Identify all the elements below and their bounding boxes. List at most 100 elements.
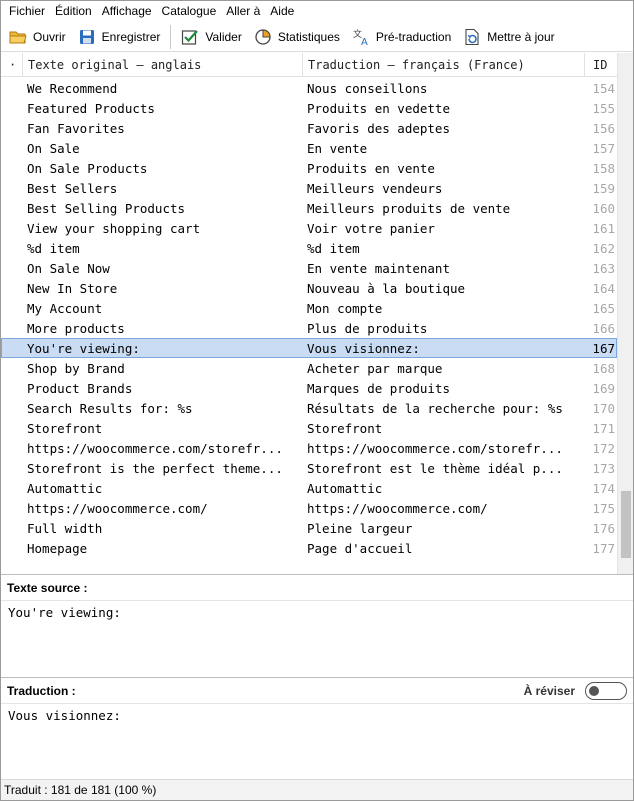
row-translation-text: Produits en vente: [307, 161, 435, 176]
table-row[interactable]: https://woocommerce.com/storefr... https:…: [1, 438, 617, 458]
column-header-translation[interactable]: Traduction — français (France): [303, 53, 585, 77]
row-id: 171: [592, 421, 615, 436]
row-source-text: You're viewing:: [27, 341, 140, 356]
row-source-text: On Sale Now: [27, 261, 110, 276]
column-header-source[interactable]: Texte original — anglais: [23, 53, 303, 77]
table-row[interactable]: Storefront Storefront 171: [1, 418, 617, 438]
row-source-text: Fan Favorites: [27, 121, 125, 136]
table-row[interactable]: More products Plus de produits 166: [1, 318, 617, 338]
table-row[interactable]: Best Sellers Meilleurs vendeurs 159: [1, 178, 617, 198]
row-source-text: Best Sellers: [27, 181, 118, 196]
toolbar: Ouvrir Enregistrer Valider Statistiques: [1, 22, 633, 52]
row-id: 165: [592, 301, 615, 316]
row-id: 162: [592, 241, 615, 256]
table-row[interactable]: We Recommend Nous conseillons 154: [1, 78, 617, 98]
row-translation-text: Favoris des adeptes: [307, 121, 450, 136]
table-row[interactable]: Shop by Brand Acheter par marque 168: [1, 358, 617, 378]
needs-review-toggle[interactable]: [585, 682, 627, 700]
validate-button[interactable]: Valider: [177, 24, 245, 50]
row-translation-text: Automattic: [307, 481, 383, 496]
row-source-text: On Sale Products: [27, 161, 148, 176]
translation-input[interactable]: Vous visionnez:: [8, 708, 121, 723]
validate-label: Valider: [205, 29, 242, 44]
row-source-text: Search Results for: %s: [27, 401, 193, 416]
save-button[interactable]: Enregistrer: [74, 24, 165, 50]
table-row[interactable]: Homepage Page d'accueil 177: [1, 538, 617, 558]
table-row[interactable]: %d item %d item 162: [1, 238, 617, 258]
row-id: 163: [592, 261, 615, 276]
translation-pane-header: Traduction : À réviser: [1, 678, 633, 704]
row-source-text: On Sale: [27, 141, 80, 156]
row-source-text: My Account: [27, 301, 103, 316]
row-id: 170: [592, 401, 615, 416]
row-status-cell: [2, 299, 24, 317]
row-status-cell: [2, 139, 24, 157]
row-status-cell: [2, 119, 24, 137]
table-row[interactable]: Product Brands Marques de produits 169: [1, 378, 617, 398]
table-row[interactable]: My Account Mon compte 165: [1, 298, 617, 318]
table-row[interactable]: Storefront is the perfect theme... Storef…: [1, 458, 617, 478]
menu-catalogue[interactable]: Catalogue: [157, 1, 222, 22]
toolbar-separator: [170, 24, 172, 49]
pretranslate-button[interactable]: 文 A Pré-traduction: [348, 24, 455, 50]
row-status-cell: [2, 239, 24, 257]
statistics-button[interactable]: Statistiques: [250, 24, 344, 50]
row-id: 164: [592, 281, 615, 296]
table-row[interactable]: Best Selling Products Meilleurs produits …: [1, 198, 617, 218]
menu-affichage[interactable]: Affichage: [97, 1, 157, 22]
table-row[interactable]: View your shopping cart Voir votre panier…: [1, 218, 617, 238]
table-row[interactable]: Fan Favorites Favoris des adeptes 156: [1, 118, 617, 138]
menu-aller-a[interactable]: Aller à: [221, 1, 265, 22]
row-source-text: Storefront is the perfect theme...: [27, 461, 283, 476]
row-translation-text: https://woocommerce.com/: [307, 501, 488, 516]
open-button[interactable]: Ouvrir: [5, 24, 70, 50]
row-status-cell: [2, 419, 24, 437]
row-id: 173: [592, 461, 615, 476]
needs-review-control: À réviser: [524, 678, 627, 704]
row-status-cell: [2, 499, 24, 517]
row-source-text: %d item: [27, 241, 80, 256]
row-translation-text: Nous conseillons: [307, 81, 428, 96]
row-translation-text: Nouveau à la boutique: [307, 281, 466, 296]
row-id: 155: [592, 101, 615, 116]
column-header-id[interactable]: ID: [585, 53, 617, 77]
table-row[interactable]: https://woocommerce.com/https://woocomme…: [1, 498, 617, 518]
row-translation-text: Meilleurs vendeurs: [307, 181, 443, 196]
status-text: Traduit : 181 de 181 (100 %): [4, 783, 157, 797]
row-translation-text: Produits en vedette: [307, 101, 450, 116]
row-source-text: Automattic: [27, 481, 103, 496]
toggle-knob: [589, 685, 599, 696]
table-row[interactable]: Full width Pleine largeur 176: [1, 518, 617, 538]
vertical-scrollbar[interactable]: [617, 53, 633, 574]
row-source-text: Full width: [27, 521, 103, 536]
row-id: 175: [592, 501, 615, 516]
table-body: We Recommend Nous conseillons 154 Featured …: [1, 78, 617, 558]
table-row[interactable]: Featured Products Produits en vedette 155: [1, 98, 617, 118]
row-source-text: Product Brands: [27, 381, 133, 396]
row-id: 174: [592, 481, 615, 496]
row-id: 176: [592, 521, 615, 536]
row-id: 156: [592, 121, 615, 136]
row-id: 167: [592, 341, 615, 356]
table-row[interactable]: New In Store Nouveau à la boutique 164: [1, 278, 617, 298]
column-header-status[interactable]: ·: [1, 53, 23, 77]
row-translation-text: Marques de produits: [307, 381, 450, 396]
table-row-selected[interactable]: You're viewing: Vous visionnez: 167: [1, 338, 617, 358]
table-header: · Texte original — anglais Traduction — …: [1, 53, 617, 77]
row-translation-text: Résultats de la recherche pour: %s: [307, 401, 563, 416]
table-row[interactable]: On Sale En vente 157: [1, 138, 617, 158]
row-id: 159: [592, 181, 615, 196]
table-row[interactable]: Search Results for: %s Résultats de la re…: [1, 398, 617, 418]
menu-aide[interactable]: Aide: [265, 1, 299, 22]
scrollbar-thumb[interactable]: [621, 491, 631, 558]
table-row[interactable]: On Sale Now En vente maintenant 163: [1, 258, 617, 278]
table-row[interactable]: Automattic Automattic 174: [1, 478, 617, 498]
row-status-cell: [2, 99, 24, 117]
update-button[interactable]: Mettre à jour: [459, 24, 558, 50]
table-row[interactable]: On Sale Products Produits en vente 158: [1, 158, 617, 178]
menu-fichier[interactable]: Fichier: [4, 1, 50, 22]
row-translation-text: %d item: [307, 241, 360, 256]
row-status-cell: [2, 539, 24, 557]
menu-edition[interactable]: Édition: [50, 1, 97, 22]
row-status-cell: [2, 219, 24, 237]
